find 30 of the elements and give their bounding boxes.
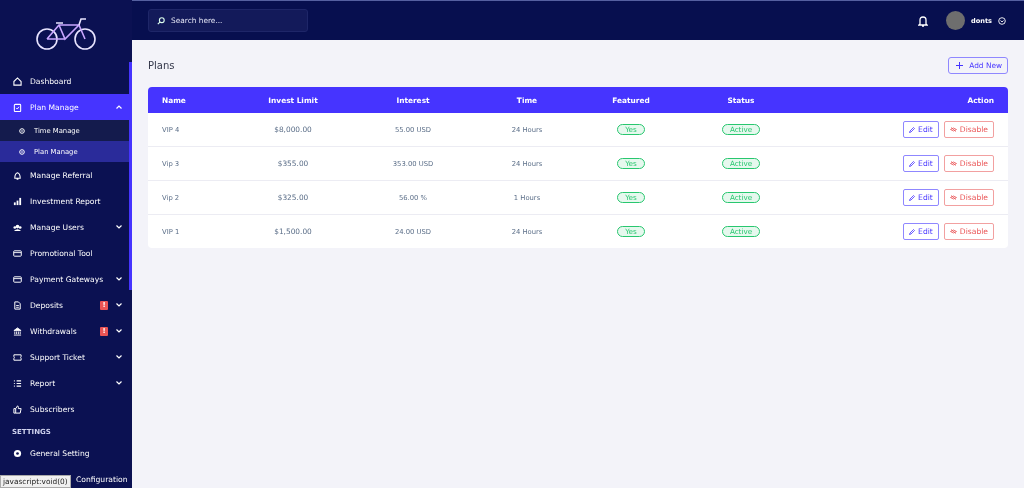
- search-icon: [157, 17, 165, 25]
- users-icon: [13, 222, 22, 232]
- eye-slash-icon: [949, 127, 957, 132]
- bell-icon: [13, 170, 22, 180]
- doc-icon: [13, 300, 22, 310]
- eye-slash-icon: [949, 161, 957, 166]
- pencil-icon: [909, 228, 916, 235]
- scrollbar[interactable]: [129, 62, 132, 290]
- clip-icon: [13, 102, 22, 112]
- bicycle-logo: [35, 17, 97, 51]
- card-icon: [13, 248, 22, 258]
- pencil-icon: [909, 126, 916, 133]
- page-title: Plans: [148, 59, 175, 71]
- avatar[interactable]: [945, 11, 965, 30]
- chevron-circle-icon[interactable]: [998, 16, 1006, 25]
- circle-icon: [19, 148, 25, 155]
- home-icon: [13, 76, 22, 86]
- circle-icon: [19, 127, 25, 134]
- bank-icon: [13, 326, 22, 336]
- eye-slash-icon: [949, 229, 957, 234]
- plus-icon: [956, 61, 964, 69]
- pencil-icon: [909, 194, 916, 201]
- bars-icon: [13, 196, 22, 206]
- list-icon: [13, 378, 22, 388]
- thumb-icon: [13, 404, 22, 414]
- card-icon: [13, 274, 22, 284]
- pencil-icon: [909, 160, 916, 167]
- eye-slash-icon: [949, 195, 957, 200]
- ticket-icon: [13, 352, 22, 362]
- bell-icon[interactable]: [917, 14, 928, 27]
